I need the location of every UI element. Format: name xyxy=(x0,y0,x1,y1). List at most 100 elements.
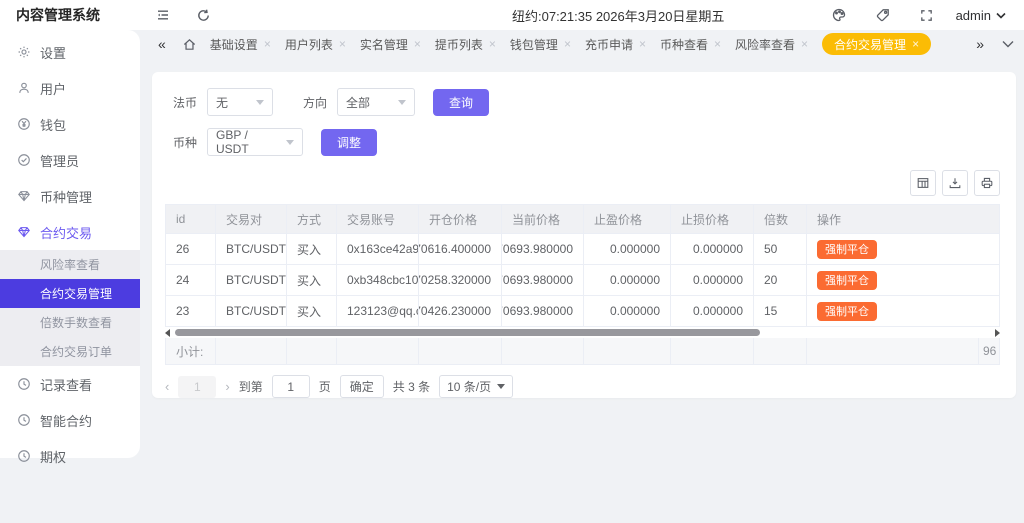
theme-palette-icon[interactable] xyxy=(824,0,854,30)
history-icon xyxy=(17,449,31,463)
tab-label: 用户列表 xyxy=(285,36,333,53)
column-header: 交易账号 xyxy=(337,205,419,233)
tabs-scroll-left-icon[interactable]: « xyxy=(150,36,174,52)
cell-stop-loss: 0.000000 xyxy=(671,265,754,295)
tabs-scroll-right-icon[interactable]: » xyxy=(968,36,992,52)
subtotal-label: 小计: xyxy=(166,338,216,364)
sidebar-item-smart-contract[interactable]: 智能合约 xyxy=(0,402,140,438)
cell-leverage: 20 xyxy=(754,265,807,295)
coin-select[interactable]: GBP / USDT xyxy=(207,128,303,156)
sidebar-item-admins[interactable]: 管理员 xyxy=(0,142,140,178)
sidebar-item-settings[interactable]: 设置 xyxy=(0,34,140,70)
page-number-button[interactable]: 1 xyxy=(178,376,216,398)
page-unit-label: 页 xyxy=(319,378,331,395)
gem-icon xyxy=(17,189,31,203)
tab-label: 钱包管理 xyxy=(510,36,558,53)
sidebar: 设置 用户 钱包 管理员 币种管理 合约交易 风险率查看 合约交易管理 倍数手数… xyxy=(0,30,140,458)
content-card: 法币 无 方向 全部 查询 币种 GBP / USDT 调整 id xyxy=(152,72,1016,398)
tab-user-list[interactable]: 用户列表 × xyxy=(285,36,346,53)
close-icon[interactable]: × xyxy=(489,37,496,51)
close-icon[interactable]: × xyxy=(912,37,919,51)
prev-page-icon[interactable]: ‹ xyxy=(165,379,169,394)
print-icon[interactable] xyxy=(974,170,1000,196)
submenu-item-contract-orders[interactable]: 合约交易订单 xyxy=(0,337,140,366)
column-header: 开仓价格 xyxy=(419,205,502,233)
force-close-button[interactable]: 强制平仓 xyxy=(817,271,877,290)
home-icon[interactable] xyxy=(182,37,197,52)
horizontal-scrollbar[interactable] xyxy=(165,327,1000,338)
tab-label: 合约交易管理 xyxy=(834,36,906,53)
cell-account: 123123@qq.com xyxy=(337,296,419,326)
scrollbar-thumb[interactable] xyxy=(175,329,760,336)
export-icon[interactable] xyxy=(942,170,968,196)
scroll-right-arrow-icon[interactable] xyxy=(995,329,1000,337)
direction-select[interactable]: 全部 xyxy=(337,88,415,116)
close-icon[interactable]: × xyxy=(264,37,271,51)
column-header: 止损价格 xyxy=(671,205,754,233)
sidebar-item-wallet[interactable]: 钱包 xyxy=(0,106,140,142)
fiat-select-value: 无 xyxy=(216,94,228,111)
top-bar: 内容管理系统 纽约:07:21:35 2026年3月20日星期五 admin xyxy=(0,0,1024,30)
collapse-menu-icon[interactable] xyxy=(148,0,178,30)
table-row: 24 BTC/USDT 买入 0xb348cbc104... 70258.320… xyxy=(166,264,999,295)
search-button[interactable]: 查询 xyxy=(433,89,489,116)
sidebar-item-coin-management[interactable]: 币种管理 xyxy=(0,178,140,214)
refresh-icon[interactable] xyxy=(188,0,218,30)
sidebar-item-records[interactable]: 记录查看 xyxy=(0,366,140,402)
sidebar-item-label: 期权 xyxy=(40,447,66,466)
positions-table: id 交易对 方式 交易账号 开仓价格 当前价格 止盈价格 止损价格 倍数 操作… xyxy=(165,204,1000,327)
fiat-select[interactable]: 无 xyxy=(207,88,273,116)
confirm-button[interactable]: 确定 xyxy=(340,375,384,398)
close-icon[interactable]: × xyxy=(639,37,646,51)
page-size-value: 10 条/页 xyxy=(447,378,491,395)
close-icon[interactable]: × xyxy=(714,37,721,51)
sidebar-item-options[interactable]: 期权 xyxy=(0,438,140,474)
tab-risk-rate-view[interactable]: 风险率查看× xyxy=(735,36,808,53)
cell-open-price: 70258.320000 xyxy=(419,265,502,295)
user-name: admin xyxy=(956,8,991,23)
close-icon[interactable]: × xyxy=(339,37,346,51)
fullscreen-icon[interactable] xyxy=(912,0,942,30)
cell-leverage: 50 xyxy=(754,234,807,264)
tag-icon[interactable] xyxy=(868,0,898,30)
tab-wallet-management[interactable]: 钱包管理 × xyxy=(510,36,571,53)
caret-down-icon xyxy=(497,384,505,389)
next-page-icon[interactable]: › xyxy=(225,379,229,394)
submenu-item-risk-rate[interactable]: 风险率查看 xyxy=(0,250,140,279)
user-menu[interactable]: admin xyxy=(956,8,1006,23)
force-close-button[interactable]: 强制平仓 xyxy=(817,240,877,259)
tab-withdraw-list[interactable]: 提币列表× xyxy=(435,36,496,53)
close-icon[interactable]: × xyxy=(564,37,571,51)
cell-stop-loss: 0.000000 xyxy=(671,296,754,326)
goto-page-input[interactable] xyxy=(272,375,310,398)
tab-basic-settings[interactable]: 基础设置× xyxy=(210,36,271,53)
tab-label: 币种查看 xyxy=(660,36,708,53)
submenu-item-contract-trade-management[interactable]: 合约交易管理 xyxy=(0,279,140,308)
close-icon[interactable]: × xyxy=(801,37,808,51)
tabs-menu-icon[interactable] xyxy=(1002,40,1014,48)
tab-deposit-requests[interactable]: 充币申请× xyxy=(585,36,646,53)
adjust-button[interactable]: 调整 xyxy=(321,129,377,156)
cell-current-price: 70693.980000 xyxy=(502,265,584,295)
force-close-button[interactable]: 强制平仓 xyxy=(817,302,877,321)
cell-id: 23 xyxy=(166,296,216,326)
goto-label: 到第 xyxy=(239,378,263,395)
sidebar-item-users[interactable]: 用户 xyxy=(0,70,140,106)
cell-pair: BTC/USDT xyxy=(216,296,287,326)
tab-contract-trade-management[interactable]: 合约交易管理 × xyxy=(822,33,931,55)
scroll-left-arrow-icon[interactable] xyxy=(165,329,170,337)
close-icon[interactable]: × xyxy=(414,37,421,51)
columns-icon[interactable] xyxy=(910,170,936,196)
cell-id: 24 xyxy=(166,265,216,295)
sidebar-item-label: 记录查看 xyxy=(40,375,92,394)
tab-coin-view[interactable]: 币种查看 × xyxy=(660,36,721,53)
sidebar-item-contract-trading[interactable]: 合约交易 xyxy=(0,214,140,250)
cell-id: 26 xyxy=(166,234,216,264)
sidebar-item-label: 管理员 xyxy=(40,151,79,170)
column-header: 止盈价格 xyxy=(584,205,671,233)
submenu-item-multiplier-lots[interactable]: 倍数手数查看 xyxy=(0,308,140,337)
gear-icon xyxy=(17,45,31,59)
tab-kyc-management[interactable]: 实名管理× xyxy=(360,36,421,53)
cell-take-profit: 0.000000 xyxy=(584,265,671,295)
page-size-select[interactable]: 10 条/页 xyxy=(439,375,513,398)
